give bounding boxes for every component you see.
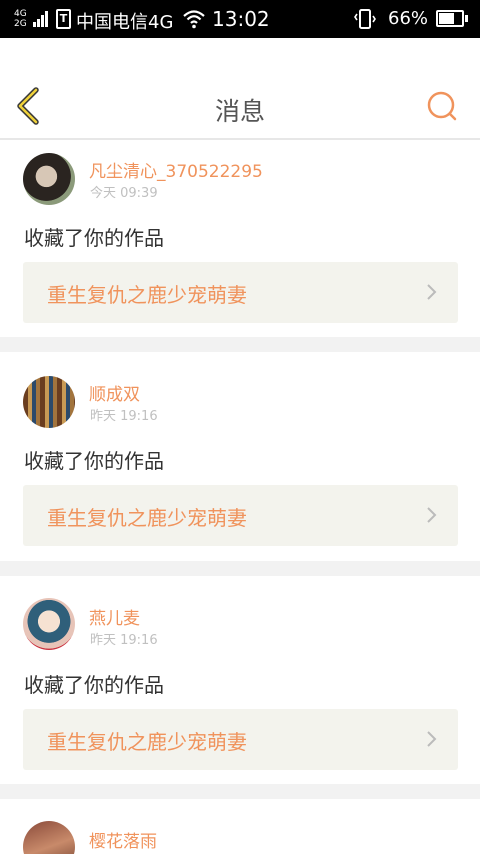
message-action: 收藏了你的作品 (24, 673, 164, 697)
status-bar: 4G 2G T 中国电信4G 13:02 66% (0, 0, 480, 38)
message-time: 今天 09:39 (90, 186, 158, 201)
message-username[interactable]: 樱花落雨 (89, 827, 157, 852)
sim-card-icon: T (56, 9, 71, 29)
app-header: 消息 (0, 38, 480, 140)
message-card: 燕儿麦 昨天 19:16 收藏了你的作品 重生复仇之鹿少宠萌妻 (0, 576, 480, 784)
network-type-top: 4G (14, 9, 27, 19)
work-title: 重生复仇之鹿少宠萌妻 (47, 730, 247, 754)
status-time: 13:02 (212, 7, 270, 31)
message-time: 昨天 19:16 (90, 633, 158, 648)
network-type-indicator: 4G 2G (14, 9, 27, 29)
chevron-right-icon (427, 507, 437, 523)
carrier-label: 中国电信4G (76, 12, 174, 33)
message-username[interactable]: 顺成双 (89, 380, 140, 405)
message-username[interactable]: 凡尘清心_370522295 (89, 157, 263, 182)
user-avatar[interactable] (23, 821, 75, 854)
battery-icon (436, 10, 464, 27)
battery-percent: 66% (388, 8, 429, 29)
chevron-right-icon (427, 731, 437, 747)
work-link[interactable]: 重生复仇之鹿少宠萌妻 (23, 709, 458, 770)
page-title: 消息 (214, 97, 265, 126)
work-title: 重生复仇之鹿少宠萌妻 (47, 506, 247, 530)
work-link[interactable]: 重生复仇之鹿少宠萌妻 (23, 262, 458, 323)
work-link[interactable]: 重生复仇之鹿少宠萌妻 (23, 485, 458, 546)
user-avatar[interactable] (23, 153, 75, 205)
message-action: 收藏了你的作品 (24, 226, 164, 250)
message-card: 凡尘清心_370522295 今天 09:39 收藏了你的作品 重生复仇之鹿少宠… (0, 140, 480, 337)
wifi-icon (183, 10, 205, 29)
user-avatar[interactable] (23, 376, 75, 428)
network-type-bottom: 2G (14, 19, 27, 29)
search-button[interactable] (424, 88, 460, 124)
message-card: 顺成双 昨天 19:16 收藏了你的作品 重生复仇之鹿少宠萌妻 (0, 352, 480, 561)
user-avatar[interactable] (23, 598, 75, 650)
battery-tip (465, 15, 468, 22)
battery-level-fill (439, 13, 454, 24)
message-card: 樱花落雨 (0, 799, 480, 854)
vibrate-mode-icon (354, 9, 376, 29)
message-time: 昨天 19:16 (90, 409, 158, 424)
work-title: 重生复仇之鹿少宠萌妻 (47, 283, 247, 307)
signal-strength-icon (33, 11, 49, 27)
message-action: 收藏了你的作品 (24, 449, 164, 473)
chevron-right-icon (427, 284, 437, 300)
message-username[interactable]: 燕儿麦 (89, 604, 140, 629)
